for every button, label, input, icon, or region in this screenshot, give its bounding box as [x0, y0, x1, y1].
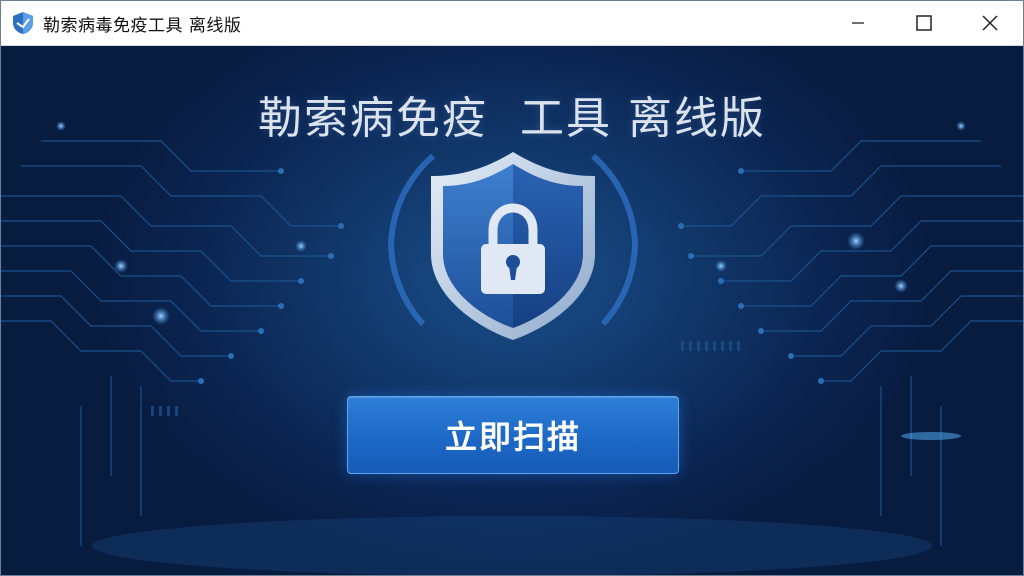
maximize-button[interactable] — [891, 1, 957, 45]
close-icon — [982, 15, 998, 31]
shield-lock-icon — [388, 152, 638, 340]
window-controls — [825, 1, 1023, 45]
app-heading: 勒索病免疫 工具 离线版 — [258, 93, 766, 144]
maximize-icon — [916, 15, 932, 31]
close-button[interactable] — [957, 1, 1023, 45]
shield-app-icon — [13, 12, 33, 34]
window-title: 勒索病毒免疫工具 离线版 — [43, 15, 242, 36]
minimize-icon — [852, 22, 864, 24]
scan-now-button[interactable]: 立即扫描 — [347, 396, 679, 474]
main-content: 勒索病免疫 工具 离线版 立即扫描 — [1, 46, 1023, 575]
minimize-button[interactable] — [825, 1, 891, 45]
title-bar: 勒索病毒免疫工具 离线版 — [1, 1, 1023, 46]
app-window: 勒索病毒免疫工具 离线版 勒索病免疫 工具 离线版 立即扫描 — [0, 0, 1024, 576]
